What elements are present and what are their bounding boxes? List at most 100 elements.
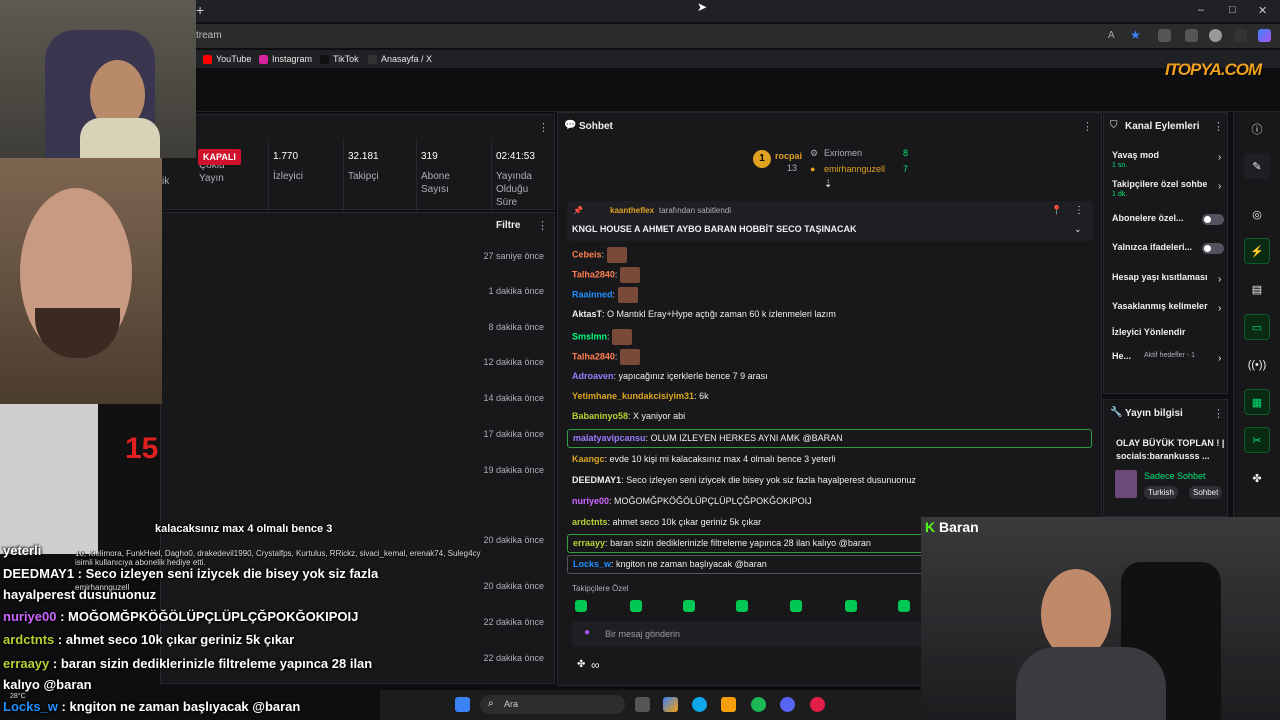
chat-text: yapıcağınız içerklerle bence 7 9 arası [618, 371, 768, 381]
chat-username[interactable]: DEEDMAY1 [572, 475, 621, 485]
chat-username[interactable]: Locks_w [573, 559, 611, 569]
chat-username[interactable]: Talha2840 [572, 351, 615, 361]
channel-action-label[interactable]: İzleyici Yönlendir [1112, 327, 1218, 337]
chat-username[interactable]: Cebeis [572, 249, 602, 259]
pin-menu-icon[interactable]: ⋮ [1074, 205, 1084, 216]
webcam-guest-2: 15 [0, 404, 160, 554]
chat-username[interactable]: Adroaven [572, 371, 614, 381]
spotify-icon[interactable] [751, 697, 766, 712]
chat-menu-icon[interactable]: ⋮ [1082, 120, 1093, 133]
chat-username[interactable]: Smslmn [572, 331, 607, 341]
obs-icon[interactable] [810, 697, 825, 712]
camera-icon[interactable]: ◎ [1244, 201, 1270, 227]
pinned-by-user[interactable]: kaantheflex [610, 206, 654, 215]
bookmark-3[interactable]: Anasayfa / X [368, 54, 432, 64]
chat-text: evde 10 kişi mi kalacaksınız max 4 olmal… [609, 454, 836, 464]
layout-icon[interactable]: ▦ [1244, 389, 1270, 415]
collapse-pin-icon[interactable]: ⌄ [1074, 224, 1082, 235]
profile-icon[interactable] [1209, 29, 1222, 42]
overlay-chat-line: kalacaksınız max 4 olmalı bence 3 [155, 523, 332, 535]
emote-picker-item[interactable] [683, 600, 695, 612]
toggle-switch[interactable] [1202, 214, 1224, 225]
chat-username[interactable]: Kaangc [572, 454, 605, 464]
lightning-icon[interactable]: ⚡ [1244, 238, 1270, 264]
tools-icon[interactable]: ✂ [1244, 427, 1270, 453]
chevron-right-icon[interactable]: › [1218, 303, 1221, 314]
emote-picker-item[interactable] [575, 600, 587, 612]
discord-icon[interactable] [780, 697, 795, 712]
chat-username[interactable]: Yetimhane_kundakcisiyim31 [572, 391, 694, 401]
activity-time: 14 dakika önce [483, 393, 544, 403]
chat-username[interactable]: Raainned [572, 289, 613, 299]
stats-menu-icon[interactable]: ⋮ [538, 121, 549, 134]
channel-action-label[interactable]: Abonelere özel... [1112, 213, 1204, 223]
emote-picker-item[interactable] [898, 600, 910, 612]
leader-first-name[interactable]: rocpai [775, 151, 802, 161]
new-tab-icon[interactable]: + [196, 2, 204, 18]
puzzle-icon[interactable]: ✤ [1244, 465, 1270, 491]
edit-icon[interactable]: ✎ [1244, 153, 1270, 179]
toggle-switch[interactable] [1202, 243, 1224, 254]
stream-info-menu-icon[interactable]: ⋮ [1213, 407, 1224, 420]
expand-leaderboard-icon[interactable]: ⇣ [824, 179, 832, 190]
read-aloud-icon[interactable]: A [1108, 30, 1115, 41]
bookmark-1[interactable]: Instagram [259, 54, 312, 64]
copilot-icon[interactable] [1258, 29, 1271, 42]
channel-action-label[interactable]: Yalnızca ifadeleri... [1112, 242, 1204, 252]
channel-action-label[interactable]: Yasaklanmış kelimeler [1112, 301, 1218, 311]
start-icon[interactable] [455, 697, 470, 712]
document-icon[interactable]: ▤ [1244, 276, 1270, 302]
channel-actions-menu-icon[interactable]: ⋮ [1213, 120, 1224, 133]
channel-action-label[interactable]: Yavaş mod [1112, 150, 1218, 160]
maximize-icon[interactable]: □ [1229, 4, 1236, 16]
leader-third-name[interactable]: emirhannguzell [824, 164, 885, 174]
chevron-right-icon[interactable]: › [1218, 181, 1221, 192]
menu-dots-icon[interactable] [1234, 29, 1247, 42]
overlay-username: nuriye00 [3, 609, 57, 624]
chevron-right-icon[interactable]: › [1218, 152, 1221, 163]
channel-action-label[interactable]: Takipçilere özel sohbe [1112, 179, 1218, 189]
close-window-icon[interactable]: ✕ [1258, 4, 1267, 17]
channel-action-label[interactable]: Hesap yaşı kısıtlaması [1112, 272, 1218, 282]
emote-picker-item[interactable] [845, 600, 857, 612]
bookmark-icon [368, 54, 377, 64]
mic-icon[interactable]: ● [584, 627, 590, 638]
taskbar-search[interactable]: ⌕ Ara [480, 695, 625, 714]
emote-picker-item[interactable] [736, 600, 748, 612]
copilot-taskbar-icon[interactable] [663, 697, 678, 712]
info-icon[interactable]: ⓘ [1244, 116, 1270, 142]
chat-username[interactable]: Talha2840 [572, 269, 615, 279]
chat-username[interactable]: erraayy [573, 538, 605, 548]
channel-points-icon[interactable]: ✤ [577, 659, 585, 670]
chat-username[interactable]: malatyavipcansu [573, 433, 646, 443]
filter-button[interactable]: Filtre [496, 220, 520, 231]
chat-toggle-icon[interactable]: ▭ [1244, 314, 1270, 340]
file-explorer-icon[interactable] [721, 697, 736, 712]
extension-icon[interactable] [1158, 29, 1171, 42]
emote-picker-item[interactable] [630, 600, 642, 612]
minimize-icon[interactable]: – [1198, 4, 1204, 16]
tag-turkish[interactable]: Turkish [1144, 486, 1178, 499]
unpin-icon[interactable]: 📍 [1051, 205, 1062, 216]
edge-icon[interactable] [692, 697, 707, 712]
broadcast-icon[interactable]: ((•)) [1244, 352, 1270, 378]
chat-username[interactable]: ardctnts [572, 517, 608, 527]
emote-picker-item[interactable] [790, 600, 802, 612]
tag-sohbet[interactable]: Sohbet [1189, 486, 1223, 499]
chat-text: OLUM IZLEYEN HERKES AYNI AMK @BARAN [650, 433, 843, 443]
task-view-icon[interactable] [635, 697, 650, 712]
activity-menu-icon[interactable]: ⋮ [537, 219, 548, 232]
bookmark-2[interactable]: TikTok [320, 54, 359, 64]
favorite-star-icon[interactable]: ★ [1130, 28, 1141, 42]
chevron-right-icon[interactable]: › [1218, 274, 1221, 285]
collections-icon[interactable] [1185, 29, 1198, 42]
chat-username[interactable]: Babaninyo58 [572, 411, 628, 421]
chat-username[interactable]: AktasT [572, 309, 602, 319]
category-name[interactable]: Sadece Sohbet [1144, 471, 1206, 481]
chat-username[interactable]: nuriye00 [572, 496, 609, 506]
overlay-chat-line: nuriye00 : MOĞOMĞPKÖĞÖLÜPÇLÜPLÇĞPOKĞOKIP… [3, 609, 358, 624]
leader-second-name[interactable]: Exriomen [824, 148, 862, 158]
bookmark-0[interactable]: YouTube [203, 54, 251, 64]
chat-input[interactable]: ● Bir mesaj gönderin [572, 621, 932, 647]
chevron-right-icon[interactable]: › [1218, 353, 1221, 364]
